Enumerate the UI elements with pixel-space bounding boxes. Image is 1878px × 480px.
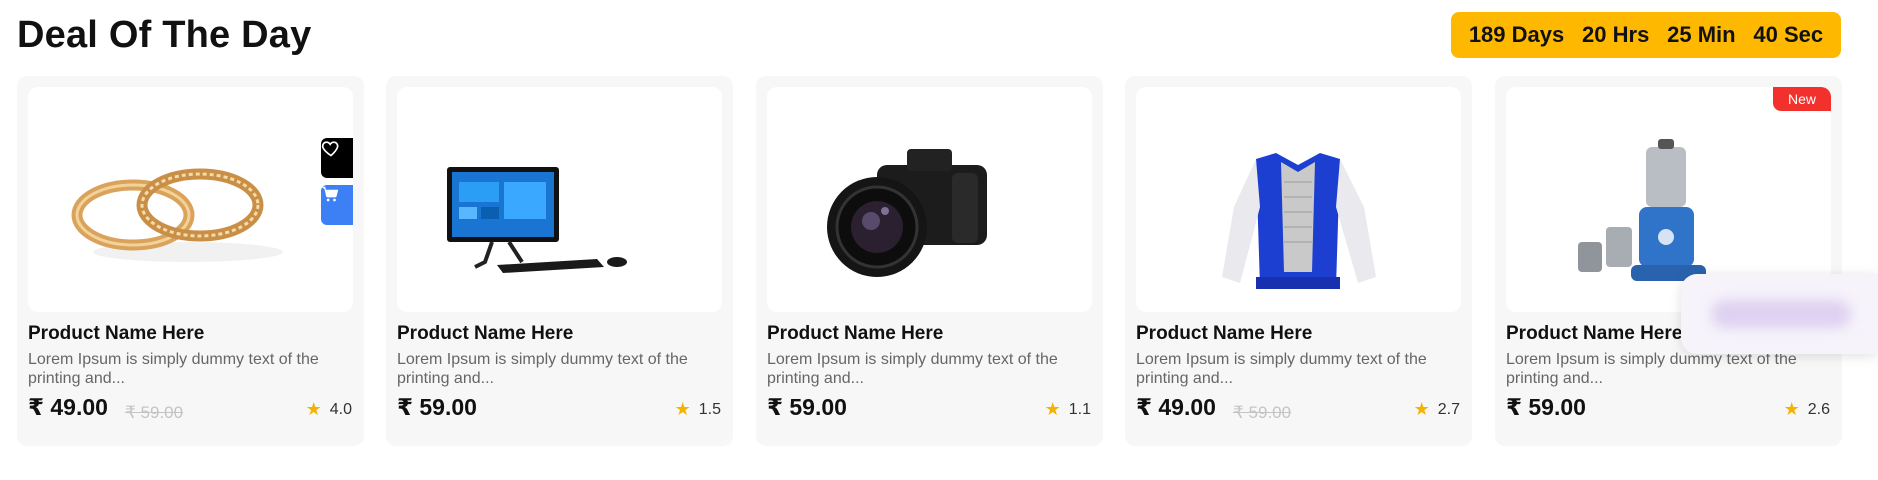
wishlist-button[interactable] — [321, 138, 353, 178]
countdown-timer: 189 Days 20 Hrs 25 Min 40 Sec — [1451, 12, 1841, 58]
product-image[interactable] — [28, 87, 353, 312]
rating-value: 1.1 — [1068, 400, 1091, 418]
cart-icon — [322, 186, 339, 202]
star-icon: ★ — [1413, 399, 1430, 419]
varsity-jacket-image — [1222, 153, 1376, 289]
product-price: ₹ 49.00 — [28, 394, 108, 420]
product-name[interactable]: Product Name Here — [1506, 323, 1682, 345]
product-image[interactable] — [397, 87, 722, 312]
countdown-seconds: 40 Sec — [1753, 22, 1824, 47]
product-price: ₹ 49.00 — [1136, 394, 1216, 420]
star-icon: ★ — [1044, 399, 1061, 419]
rating-value: 2.6 — [1807, 400, 1830, 418]
product-old-price: ₹ 59.00 — [125, 403, 184, 422]
blurred-content — [1711, 300, 1851, 328]
new-badge: New — [1773, 87, 1831, 111]
product-name[interactable]: Product Name Here — [767, 323, 943, 345]
all-in-one-desktop-image — [447, 167, 627, 273]
product-name[interactable]: Product Name Here — [397, 323, 573, 345]
star-icon: ★ — [1783, 399, 1800, 419]
product-rating: ★ 2.6 — [1784, 399, 1830, 420]
floating-widget[interactable] — [1681, 274, 1878, 354]
product-description: Lorem Ipsum is simply dummy text of the … — [1136, 351, 1427, 387]
mirrorless-camera-image — [827, 149, 987, 277]
rating-value: 2.7 — [1437, 400, 1460, 418]
product-card[interactable]: Product Name Here Lorem Ipsum is simply … — [386, 76, 733, 446]
product-image[interactable] — [767, 87, 1092, 312]
gold-rings-image — [71, 168, 283, 262]
section-title: Deal Of The Day — [17, 14, 312, 56]
product-rating: ★ 2.7 — [1414, 399, 1460, 420]
product-rating: ★ 4.0 — [306, 399, 352, 420]
product-card[interactable]: New Product Name Here Lorem Ipsum is sim… — [1495, 76, 1842, 446]
product-card[interactable]: Product Name Here Lorem Ipsum is simply … — [17, 76, 364, 446]
countdown-minutes: 25 Min — [1667, 22, 1736, 47]
product-description: Lorem Ipsum is simply dummy text of the … — [767, 351, 1058, 387]
rating-value: 4.0 — [329, 400, 352, 418]
product-price: ₹ 59.00 — [1506, 394, 1586, 420]
product-description: Lorem Ipsum is simply dummy text of the … — [397, 351, 688, 387]
rating-value: 1.5 — [698, 400, 721, 418]
star-icon: ★ — [674, 399, 691, 419]
product-rating: ★ 1.5 — [675, 399, 721, 420]
product-rating: ★ 1.1 — [1045, 399, 1091, 420]
product-old-price: ₹ 59.00 — [1233, 403, 1292, 422]
product-price: ₹ 59.00 — [767, 394, 847, 420]
add-to-cart-button[interactable] — [321, 185, 353, 225]
heart-icon — [321, 141, 339, 157]
product-image[interactable] — [1136, 87, 1461, 312]
product-name[interactable]: Product Name Here — [1136, 323, 1312, 345]
countdown-days: 189 Days — [1468, 22, 1565, 47]
product-name[interactable]: Product Name Here — [28, 323, 204, 345]
star-icon: ★ — [305, 399, 322, 419]
product-price: ₹ 59.00 — [397, 394, 477, 420]
product-description: Lorem Ipsum is simply dummy text of the … — [28, 351, 319, 387]
countdown-hours: 20 Hrs — [1582, 22, 1650, 47]
product-description: Lorem Ipsum is simply dummy text of the … — [1506, 351, 1797, 387]
product-card[interactable]: Product Name Here Lorem Ipsum is simply … — [756, 76, 1103, 446]
product-card[interactable]: Product Name Here Lorem Ipsum is simply … — [1125, 76, 1472, 446]
